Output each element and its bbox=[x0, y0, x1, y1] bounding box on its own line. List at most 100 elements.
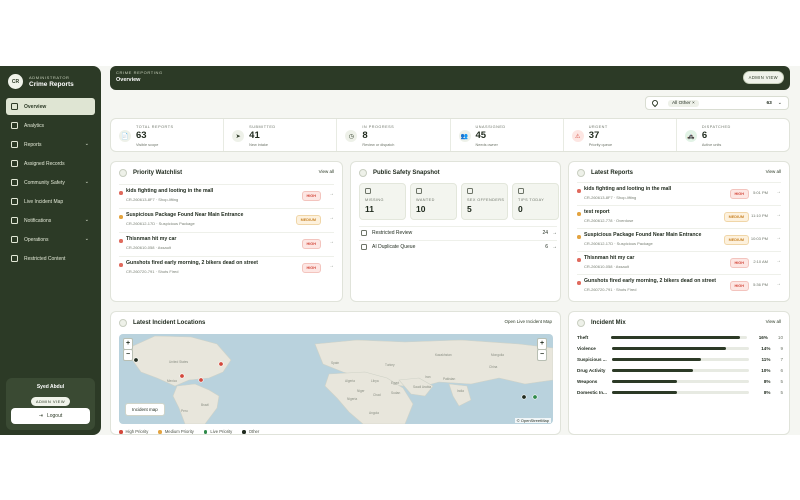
list-item[interactable]: kids fighting and looting in the mall CR… bbox=[119, 184, 334, 206]
stat-submitted[interactable]: ➤ SUBMITTED 41 New intake bbox=[224, 119, 338, 151]
arrow-right-icon[interactable]: → bbox=[776, 281, 781, 287]
arrow-right-icon[interactable]: → bbox=[552, 230, 557, 236]
stat-total-reports[interactable]: 📄 TOTAL REPORTS 63 Visible scope bbox=[111, 119, 225, 151]
stat-in-progress[interactable]: ◷ IN PROGRESS 8 Review or dispatch bbox=[337, 119, 451, 151]
sidebar-item-community-safety[interactable]: Community Safety ⌄ bbox=[6, 174, 95, 191]
brand: CR ADMINISTRATOR Crime Reports bbox=[8, 74, 74, 89]
list-item[interactable]: Gunshots fired early morning, 2 bikers d… bbox=[577, 274, 781, 296]
item-meta: CR-260613-8F7 · Shop-lifting bbox=[584, 195, 637, 200]
mix-label: Theft bbox=[577, 335, 589, 340]
mix-count: 7 bbox=[780, 357, 784, 362]
close-icon[interactable]: × bbox=[692, 101, 695, 106]
mix-percent: 11% bbox=[761, 357, 771, 362]
tile-wanted[interactable]: WANTED 10 bbox=[410, 183, 457, 220]
arrow-right-icon[interactable]: → bbox=[329, 239, 334, 245]
chevron-down-icon[interactable]: ⌄ bbox=[778, 100, 782, 106]
arrow-right-icon[interactable]: → bbox=[329, 215, 334, 221]
incident-map-pill[interactable]: Incident map bbox=[125, 403, 165, 416]
filter-chip[interactable]: All Other × bbox=[668, 99, 699, 107]
arrow-right-icon[interactable]: → bbox=[776, 212, 781, 218]
user-name: Syed Abdul bbox=[36, 384, 65, 390]
view-all-link[interactable]: View all bbox=[766, 319, 781, 324]
stat-dispatched[interactable]: 🚓 DISPATCHED 6 Active units bbox=[677, 119, 789, 151]
priority-dot bbox=[577, 189, 581, 193]
alert-icon bbox=[119, 169, 127, 177]
incident-marker[interactable] bbox=[133, 357, 139, 363]
incident-map[interactable]: United States Mexico Brazil Peru Algeria… bbox=[119, 334, 553, 424]
sidebar-item-restricted-content[interactable]: Restricted Content bbox=[6, 250, 95, 267]
mix-bar-track bbox=[611, 358, 749, 361]
list-item[interactable]: Suspicious Package Found Near Main Entra… bbox=[119, 208, 334, 230]
item-meta: CR-260613-8F7 · Shop-lifting bbox=[126, 197, 179, 202]
sidebar-item-operations[interactable]: Operations ⌄ bbox=[6, 231, 95, 248]
card-title: Latest Reports bbox=[591, 170, 634, 176]
sidebar-item-overview[interactable]: Overview bbox=[6, 98, 95, 115]
sidebar-item-reports[interactable]: Reports ⌄ bbox=[6, 136, 95, 153]
incident-locations-card: Latest Incident Locations Open Live Inci… bbox=[110, 311, 561, 435]
bell-icon bbox=[11, 217, 18, 224]
item-title: kids fighting and looting in the mall bbox=[584, 186, 672, 192]
zoom-out-button-right[interactable]: − bbox=[537, 349, 547, 361]
tile-missing[interactable]: MISSING 11 bbox=[359, 183, 406, 220]
sidebar-item-live-incident-map[interactable]: Live Incident Map bbox=[6, 193, 95, 210]
clipboard-icon bbox=[11, 160, 18, 167]
incident-marker[interactable] bbox=[521, 394, 527, 400]
sidebar-item-notifications[interactable]: Notifications ⌄ bbox=[6, 212, 95, 229]
list-item[interactable]: Suspicious Package Found Near Main Entra… bbox=[577, 228, 781, 250]
sidebar-item-label: Restricted Content bbox=[24, 255, 66, 262]
list-item[interactable]: test report CR-260612-778 · Overdose MED… bbox=[577, 205, 781, 227]
view-all-link[interactable]: View all bbox=[319, 169, 334, 174]
card-header: Latest Incident Locations bbox=[119, 319, 205, 327]
map-pin-icon bbox=[119, 319, 127, 327]
incident-marker[interactable] bbox=[198, 377, 204, 383]
open-live-map-link[interactable]: Open Live Incident Map bbox=[504, 319, 552, 324]
arrow-right-icon[interactable]: → bbox=[776, 235, 781, 241]
item-meta: CR-260612-17D · Suspicious Package bbox=[126, 221, 195, 226]
arrow-right-icon[interactable]: → bbox=[776, 258, 781, 264]
mix-row-theft[interactable]: Theft 16% 10 bbox=[577, 332, 783, 343]
mix-row-domestic[interactable]: Domestic In... 8% 5 bbox=[577, 387, 783, 398]
mix-row-drug-activity[interactable]: Drug Activity 10% 6 bbox=[577, 365, 783, 376]
sidebar-item-assigned-records[interactable]: Assigned Records bbox=[6, 155, 95, 172]
list-item[interactable]: Thisnman hit my car CR-260610-058 · Assa… bbox=[119, 232, 334, 254]
tile-sex-offenders[interactable]: SEX OFFENDERS 5 bbox=[461, 183, 508, 220]
target-icon bbox=[416, 188, 422, 194]
incident-marker[interactable] bbox=[532, 394, 538, 400]
mix-row-violence[interactable]: Violence 14% 9 bbox=[577, 343, 783, 354]
list-item[interactable]: kids fighting and looting in the mall CR… bbox=[577, 182, 781, 204]
stat-urgent[interactable]: ⚠ URGENT 37 Priority queue bbox=[564, 119, 677, 151]
sidebar-item-label: Operations bbox=[24, 236, 49, 243]
stat-sub: Priority queue bbox=[588, 143, 613, 147]
incident-marker[interactable] bbox=[218, 361, 224, 367]
incident-marker[interactable] bbox=[179, 373, 185, 379]
admin-view-badge: ADMIN VIEW bbox=[742, 71, 784, 84]
mix-label: Domestic In... bbox=[577, 390, 607, 395]
filter-chip-label: All Other bbox=[672, 100, 691, 106]
list-item[interactable]: Gunshots fired early morning, 2 bikers d… bbox=[119, 256, 334, 278]
row-count: 6 bbox=[545, 244, 548, 250]
legend-item: High Priority bbox=[119, 429, 148, 434]
arrow-right-icon[interactable]: → bbox=[776, 189, 781, 195]
ai-duplicate-queue-row[interactable]: AI Duplicate Queue 6 → bbox=[359, 240, 557, 253]
stat-unassigned[interactable]: 👥 UNASSIGNED 45 Needs owner bbox=[451, 119, 564, 151]
mix-row-weapons[interactable]: Weapons 8% 5 bbox=[577, 376, 783, 387]
sidebar-item-analytics[interactable]: Analytics bbox=[6, 117, 95, 134]
legend-dot bbox=[158, 430, 162, 434]
legend-item: Medium Priority bbox=[158, 429, 194, 434]
stat-value: 41 bbox=[249, 130, 260, 141]
restricted-review-row[interactable]: Restricted Review 24 → bbox=[359, 226, 557, 239]
scope-filter[interactable]: All Other × 63 ⌄ bbox=[645, 96, 789, 110]
stat-label: SUBMITTED bbox=[249, 125, 276, 129]
latest-reports-card: Latest Reports View all kids fighting an… bbox=[568, 161, 790, 302]
mix-row-suspicious[interactable]: Suspicious ... 11% 7 bbox=[577, 354, 783, 365]
arrow-right-icon[interactable]: → bbox=[329, 263, 334, 269]
card-title: Latest Incident Locations bbox=[133, 320, 206, 326]
tile-tips-today[interactable]: TIPS TODAY 0 bbox=[512, 183, 559, 220]
arrow-right-icon[interactable]: → bbox=[329, 191, 334, 197]
map-attribution[interactable]: © OpenStreetMap bbox=[514, 418, 551, 423]
view-all-link[interactable]: View all bbox=[766, 169, 781, 174]
list-item[interactable]: Thisnman hit my car CR-260610-058 · Assa… bbox=[577, 251, 781, 273]
arrow-right-icon[interactable]: → bbox=[552, 244, 557, 250]
zoom-out-button[interactable]: − bbox=[123, 349, 133, 361]
logout-button[interactable]: ⇥ Logout bbox=[11, 408, 90, 424]
